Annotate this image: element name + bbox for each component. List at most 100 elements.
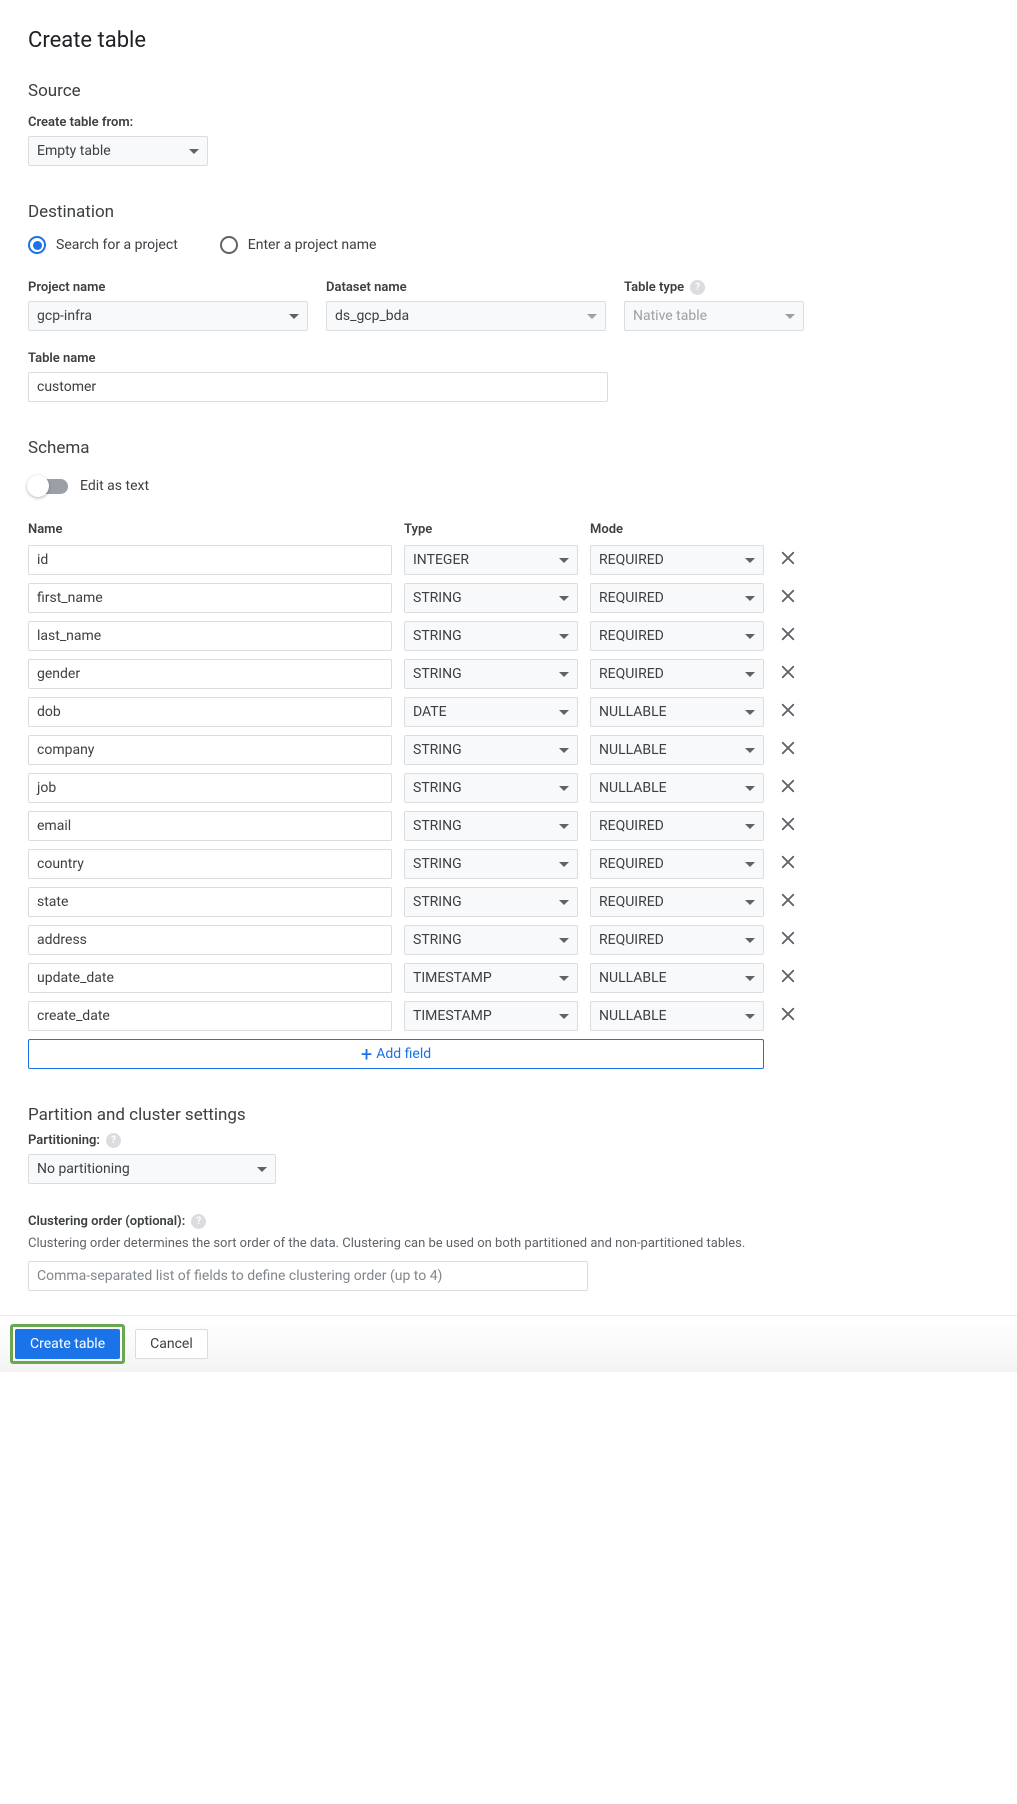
chevron-down-icon (745, 634, 755, 639)
close-icon (779, 1005, 797, 1027)
remove-field-button[interactable] (776, 700, 800, 724)
partitioning-select[interactable]: No partitioning (28, 1154, 276, 1184)
edit-as-text-toggle[interactable] (28, 479, 68, 494)
field-type-value: STRING (413, 856, 462, 872)
field-name-input[interactable]: first_name (28, 583, 392, 613)
field-mode-select[interactable]: NULLABLE (590, 963, 764, 993)
highlight-frame: Create table (10, 1324, 125, 1364)
field-mode-select[interactable]: REQUIRED (590, 811, 764, 841)
clustering-input[interactable]: Comma-separated list of fields to define… (28, 1261, 588, 1291)
close-icon (779, 739, 797, 761)
chevron-down-icon (289, 314, 299, 319)
remove-field-button[interactable] (776, 966, 800, 990)
field-mode-value: REQUIRED (599, 552, 664, 568)
chevron-down-icon (559, 824, 569, 829)
dataset-name-value: ds_gcp_bda (335, 308, 409, 324)
field-type-value: STRING (413, 894, 462, 910)
field-type-select[interactable]: TIMESTAMP (404, 1001, 578, 1031)
field-mode-select[interactable]: NULLABLE (590, 773, 764, 803)
field-mode-select[interactable]: REQUIRED (590, 659, 764, 689)
remove-field-button[interactable] (776, 928, 800, 952)
field-mode-select[interactable]: REQUIRED (590, 925, 764, 955)
field-type-select[interactable]: INTEGER (404, 545, 578, 575)
chevron-down-icon (745, 558, 755, 563)
help-icon[interactable]: ? (191, 1214, 206, 1229)
field-name-input[interactable]: update_date (28, 963, 392, 993)
field-name-value: job (37, 780, 56, 796)
help-icon[interactable]: ? (690, 280, 705, 295)
field-name-input[interactable]: id (28, 545, 392, 575)
field-mode-select[interactable]: REQUIRED (590, 621, 764, 651)
field-mode-select[interactable]: REQUIRED (590, 849, 764, 879)
field-name-input[interactable]: company (28, 735, 392, 765)
partition-section: Partition and cluster settings Partition… (28, 1105, 989, 1291)
chevron-down-icon (559, 862, 569, 867)
table-name-input[interactable]: customer (28, 372, 608, 402)
field-mode-select[interactable]: NULLABLE (590, 697, 764, 727)
remove-field-button[interactable] (776, 852, 800, 876)
remove-field-button[interactable] (776, 662, 800, 686)
field-type-select[interactable]: STRING (404, 811, 578, 841)
remove-field-button[interactable] (776, 586, 800, 610)
remove-field-button[interactable] (776, 814, 800, 838)
radio-enter-project[interactable]: Enter a project name (220, 236, 377, 254)
create-table-button[interactable]: Create table (15, 1329, 120, 1359)
field-type-select[interactable]: STRING (404, 735, 578, 765)
field-name-input[interactable]: job (28, 773, 392, 803)
field-mode-select[interactable]: REQUIRED (590, 545, 764, 575)
create-from-select[interactable]: Empty table (28, 136, 208, 166)
remove-field-button[interactable] (776, 738, 800, 762)
field-mode-value: REQUIRED (599, 932, 664, 948)
field-mode-select[interactable]: NULLABLE (590, 735, 764, 765)
remove-field-button[interactable] (776, 624, 800, 648)
field-name-input[interactable]: country (28, 849, 392, 879)
field-mode-select[interactable]: REQUIRED (590, 887, 764, 917)
remove-field-button[interactable] (776, 1004, 800, 1028)
field-name-value: id (37, 552, 48, 568)
table-name-label: Table name (28, 351, 608, 366)
add-field-button[interactable]: + Add field (28, 1039, 764, 1069)
close-icon (779, 587, 797, 609)
field-type-select[interactable]: STRING (404, 887, 578, 917)
field-name-input[interactable]: gender (28, 659, 392, 689)
partitioning-value: No partitioning (37, 1161, 130, 1177)
chevron-down-icon (745, 862, 755, 867)
field-type-select[interactable]: STRING (404, 925, 578, 955)
field-type-select[interactable]: DATE (404, 697, 578, 727)
chevron-down-icon (257, 1167, 267, 1172)
remove-field-button[interactable] (776, 548, 800, 572)
field-name-input[interactable]: last_name (28, 621, 392, 651)
field-mode-value: REQUIRED (599, 628, 664, 644)
field-name-input[interactable]: dob (28, 697, 392, 727)
field-type-select[interactable]: STRING (404, 773, 578, 803)
clustering-label: Clustering order (optional): ? (28, 1214, 989, 1229)
field-name-input[interactable]: address (28, 925, 392, 955)
close-icon (779, 967, 797, 989)
field-mode-select[interactable]: NULLABLE (590, 1001, 764, 1031)
field-name-value: update_date (37, 970, 114, 986)
close-icon (779, 891, 797, 913)
close-icon (779, 853, 797, 875)
field-name-input[interactable]: create_date (28, 1001, 392, 1031)
field-type-select[interactable]: TIMESTAMP (404, 963, 578, 993)
field-type-value: STRING (413, 590, 462, 606)
field-name-input[interactable]: state (28, 887, 392, 917)
field-name-input[interactable]: email (28, 811, 392, 841)
field-type-select[interactable]: STRING (404, 849, 578, 879)
project-name-select[interactable]: gcp-infra (28, 301, 308, 331)
field-type-value: INTEGER (413, 552, 469, 568)
radio-icon (28, 236, 46, 254)
field-type-select[interactable]: STRING (404, 621, 578, 651)
field-name-value: state (37, 894, 68, 910)
table-type-select[interactable]: Native table (624, 301, 804, 331)
field-type-select[interactable]: STRING (404, 583, 578, 613)
remove-field-button[interactable] (776, 890, 800, 914)
radio-search-project[interactable]: Search for a project (28, 236, 178, 254)
dataset-name-select[interactable]: ds_gcp_bda (326, 301, 606, 331)
field-mode-select[interactable]: REQUIRED (590, 583, 764, 613)
help-icon[interactable]: ? (106, 1133, 121, 1148)
cancel-button[interactable]: Cancel (135, 1329, 208, 1359)
remove-field-button[interactable] (776, 776, 800, 800)
field-type-select[interactable]: STRING (404, 659, 578, 689)
chevron-down-icon (559, 976, 569, 981)
